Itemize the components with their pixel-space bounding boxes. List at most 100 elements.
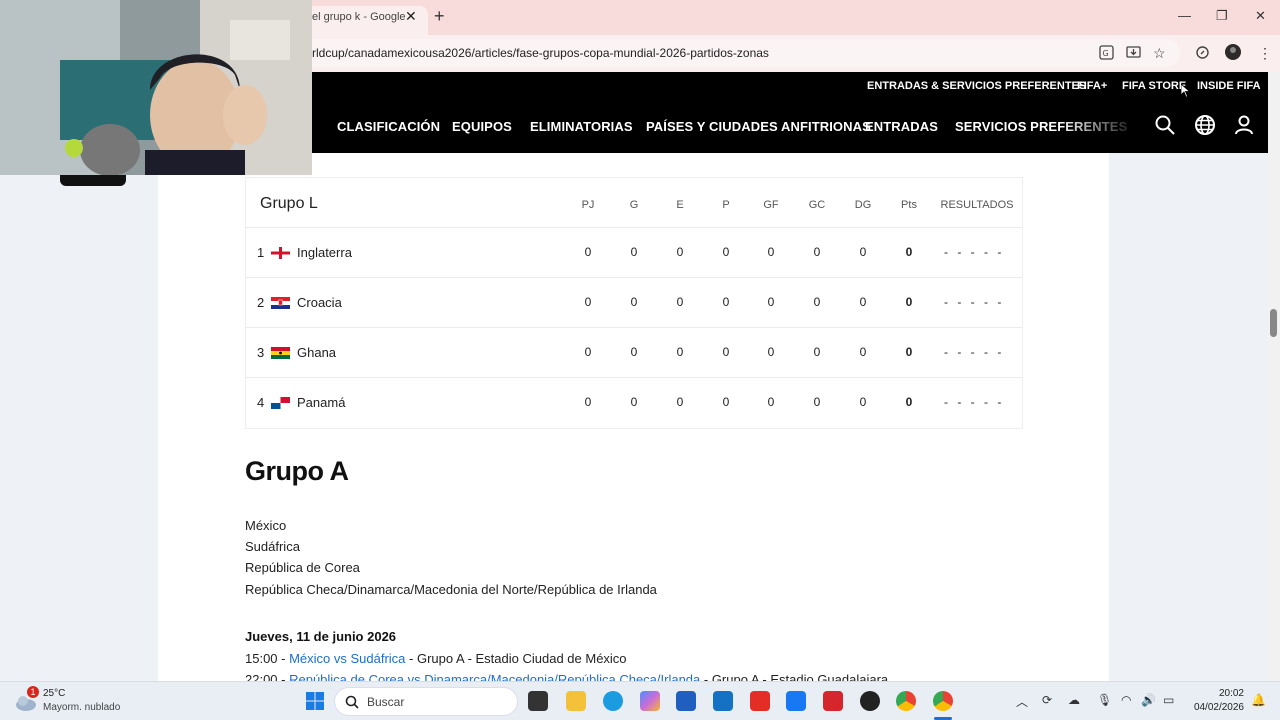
panama-flag-icon — [271, 397, 290, 409]
match-time: 15:00 - — [245, 651, 290, 666]
team-name[interactable]: Inglaterra — [297, 245, 352, 260]
webcam-bar — [60, 175, 126, 186]
edge-icon[interactable] — [603, 691, 623, 711]
stat-gc: 0 — [813, 245, 821, 259]
match-link[interactable]: México vs Sudáfrica — [289, 651, 405, 666]
weather-temp[interactable]: 25°C — [43, 688, 65, 699]
clock-time[interactable]: 20:02 — [1192, 688, 1244, 699]
tab-close-icon[interactable]: ✕ — [405, 8, 417, 25]
window-close-icon[interactable]: ✕ — [1255, 8, 1266, 24]
table-header: Grupo L PJ G E P GF GC DG Pts RESULTADOS — [246, 178, 1022, 228]
results: - - - - - — [944, 395, 1005, 409]
tray-sync-icon[interactable]: ⟳ — [1042, 693, 1052, 707]
nav-clasificacion[interactable]: CLASIFICACIÓN — [337, 119, 440, 134]
stat-g: 0 — [630, 345, 638, 359]
copilot-icon[interactable] — [640, 691, 660, 711]
extensions-icon[interactable] — [1195, 45, 1210, 63]
table-row[interactable]: 1 Inglaterra 0 0 0 0 0 0 0 0 - - - - - — [246, 228, 1022, 278]
maximize-icon[interactable]: ❐ — [1216, 8, 1228, 24]
youtube-icon[interactable] — [750, 691, 770, 711]
col-pj: PJ — [581, 199, 595, 211]
notifications-icon[interactable]: 🔔 — [1251, 693, 1266, 707]
app-l-icon[interactable] — [823, 691, 843, 711]
minimize-icon[interactable]: — — [1178, 8, 1191, 23]
weather-desc[interactable]: Mayorm. nublado — [43, 702, 120, 713]
nav-equipos[interactable]: EQUIPOS — [452, 119, 512, 134]
nav-paises-ciudades[interactable]: PAÍSES Y CIUDADES ANFITRIONAS — [646, 119, 871, 134]
section-heading: Grupo A — [245, 456, 349, 486]
volume-icon[interactable]: 🔊 — [1141, 693, 1156, 707]
browser-menu-icon[interactable]: ⋮ — [1258, 45, 1272, 62]
col-resultados: RESULTADOS — [940, 199, 1014, 211]
stat-p: 0 — [722, 345, 730, 359]
table-row[interactable]: 2 Croacia 0 0 0 0 0 0 0 0 - - - - - — [246, 278, 1022, 328]
tray-chevron-icon[interactable]: ︿ — [1016, 693, 1028, 710]
stat-pj: 0 — [584, 395, 592, 409]
app-dark-icon[interactable] — [860, 691, 880, 711]
match-item: 22:00 - República de Corea vs Dinamarca/… — [245, 672, 888, 681]
stat-p: 0 — [722, 295, 730, 309]
link-fifa-plus[interactable]: FIFA+ — [1077, 80, 1107, 92]
url-text[interactable]: rldcup/canadamexicousa2026/articles/fase… — [312, 46, 769, 60]
link-entradas-servicios[interactable]: ENTRADAS & SERVICIOS PREFERENTES — [867, 80, 1086, 92]
weather-badge: 1 — [27, 686, 39, 698]
england-flag-icon — [271, 247, 290, 259]
bookmark-star-icon[interactable]: ☆ — [1153, 45, 1166, 62]
chrome-active-icon[interactable] — [933, 691, 953, 711]
nav-fade — [1060, 99, 1140, 153]
team-name[interactable]: Panamá — [297, 395, 345, 410]
stat-dg: 0 — [859, 295, 867, 309]
stat-e: 0 — [676, 245, 684, 259]
store-icon[interactable] — [676, 691, 696, 711]
tray-cloud-icon[interactable]: ☁ — [1068, 693, 1080, 707]
new-tab-icon[interactable]: + — [434, 6, 445, 27]
table-row[interactable]: 4 Panamá 0 0 0 0 0 0 0 0 - - - - - — [246, 378, 1022, 428]
group-standings-table: Grupo L PJ G E P GF GC DG Pts RESULTADOS… — [245, 177, 1023, 429]
col-e: E — [676, 199, 684, 211]
stat-e: 0 — [676, 345, 684, 359]
webcam-overlay — [0, 0, 312, 175]
task-view-icon[interactable] — [528, 691, 548, 711]
svg-text:G: G — [1103, 49, 1109, 58]
taskbar-search[interactable] — [334, 687, 518, 716]
group-team: República de Corea — [245, 560, 360, 575]
stat-pts: 0 — [905, 395, 913, 409]
stat-gc: 0 — [813, 345, 821, 359]
globe-icon[interactable] — [1193, 113, 1217, 137]
battery-icon[interactable]: ▭ — [1163, 693, 1174, 707]
link-inside-fifa[interactable]: INSIDE FIFA — [1197, 80, 1261, 92]
stat-e: 0 — [676, 295, 684, 309]
results: - - - - - — [944, 345, 1005, 359]
stat-gf: 0 — [767, 245, 775, 259]
nav-entradas[interactable]: ENTRADAS — [865, 119, 938, 134]
stat-pts: 0 — [905, 245, 913, 259]
nav-eliminatorias[interactable]: ELIMINATORIAS — [530, 119, 633, 134]
scrollbar-thumb[interactable] — [1270, 309, 1277, 337]
match-link[interactable]: República de Corea vs Dinamarca/Macedoni… — [289, 672, 700, 681]
croatia-flag-icon — [271, 297, 290, 309]
team-name[interactable]: Ghana — [297, 345, 336, 360]
search-icon[interactable] — [1153, 113, 1177, 137]
chrome-icon[interactable] — [896, 691, 916, 711]
team-name[interactable]: Croacia — [297, 295, 342, 310]
windows-start-icon[interactable] — [305, 691, 325, 711]
microphone-icon[interactable]: 🎙 — [1097, 693, 1112, 707]
user-account-icon[interactable] — [1232, 113, 1256, 137]
col-p: P — [722, 199, 730, 211]
results: - - - - - — [944, 295, 1005, 309]
translate-icon[interactable]: G — [1099, 45, 1114, 63]
install-app-icon[interactable] — [1126, 45, 1141, 63]
file-explorer-icon[interactable] — [566, 691, 586, 711]
profile-avatar-icon[interactable] — [1224, 43, 1242, 64]
match-time: 22:00 - — [245, 672, 290, 681]
facebook-icon[interactable] — [786, 691, 806, 711]
wifi-icon[interactable]: ◠ — [1121, 693, 1131, 707]
page-scrollbar[interactable] — [1268, 72, 1280, 681]
clock-date[interactable]: 04/02/2026 — [1188, 702, 1244, 713]
link-fifa-store[interactable]: FIFA STORE — [1122, 80, 1186, 92]
stat-dg: 0 — [859, 345, 867, 359]
outlook-icon[interactable] — [713, 691, 733, 711]
match-date: Jueves, 11 de junio 2026 — [245, 629, 397, 644]
row-rank: 3 — [257, 345, 265, 360]
table-row[interactable]: 3 Ghana 0 0 0 0 0 0 0 0 - - - - - — [246, 328, 1022, 378]
